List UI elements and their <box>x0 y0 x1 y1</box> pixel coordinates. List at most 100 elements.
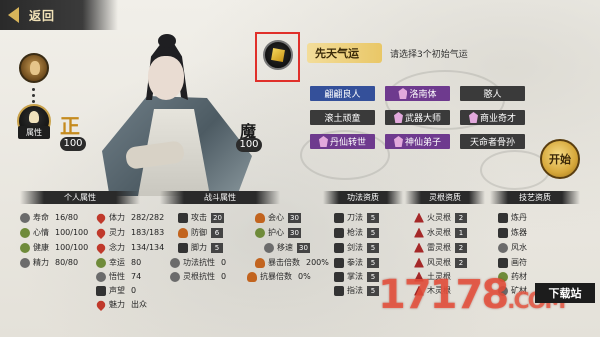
stat-label: 风灵根 <box>427 258 451 267</box>
panel-title-technique: 功法资质 <box>323 191 403 204</box>
stat-row: 风水 <box>498 241 527 254</box>
stat-label: 拳法 <box>347 258 363 267</box>
stat-label: 火灵根 <box>427 213 451 222</box>
righteous-label: 正 <box>60 114 80 138</box>
stat-value: 100/100 <box>55 243 89 252</box>
technique-resist-icon <box>170 257 180 268</box>
stat-value: 30 <box>288 212 301 223</box>
fire-root-icon <box>414 212 424 223</box>
stat-label: 寿命 <box>33 213 49 222</box>
stat-label: 暴击倍数 <box>268 258 300 267</box>
stat-value: 100/100 <box>55 228 89 237</box>
energy-icon <box>20 257 30 268</box>
trait-button[interactable]: 武器大师 <box>385 110 450 125</box>
stat-row: 声望 0 <box>96 284 136 297</box>
trait-button[interactable]: 洛南体 <box>385 86 450 101</box>
trait-button[interactable]: 商业奇才 <box>460 110 525 125</box>
stat-value: 2 <box>455 212 467 223</box>
stat-row: 会心 30 <box>255 211 301 224</box>
stat-label: 脚力 <box>191 243 207 252</box>
character-figure <box>92 34 260 196</box>
stat-value: 6 <box>211 227 223 238</box>
back-arrow-icon <box>8 7 19 23</box>
trait-button[interactable]: 神仙弟子 <box>385 134 450 149</box>
stat-row: 防御 6 <box>178 226 223 239</box>
panel-title-combat: 战斗属性 <box>160 191 280 204</box>
attribute-label[interactable]: 属性 <box>18 126 50 139</box>
stat-row: 健康 100/100 <box>20 241 88 254</box>
trait-label: 翩翩良人 <box>324 90 361 100</box>
stat-label: 灵力 <box>109 228 125 237</box>
stat-label: 剑法 <box>347 243 363 252</box>
trait-button[interactable]: 憨人 <box>460 86 525 101</box>
back-button[interactable]: 返回 <box>0 0 118 30</box>
stat-value: 80 <box>131 258 142 267</box>
panel-title-skills: 技艺资质 <box>490 191 580 204</box>
stat-value: 1 <box>455 227 467 238</box>
trait-label: 丹仙转世 <box>329 138 366 148</box>
stat-row: 寿命 16/80 <box>20 211 78 224</box>
stat-row: 攻击 20 <box>178 211 224 224</box>
stat-label: 炼丹 <box>511 213 527 222</box>
stat-value: 5 <box>367 242 379 253</box>
stat-label: 健康 <box>33 243 49 252</box>
trait-button[interactable]: 丹仙转世 <box>310 134 375 149</box>
saber-icon <box>334 212 344 223</box>
trait-button[interactable]: 天命者骨孙 <box>460 134 525 149</box>
stat-value: 5 <box>367 257 379 268</box>
finger-icon <box>334 285 344 296</box>
palm-icon <box>334 271 344 282</box>
stat-row: 精力 80/80 <box>20 256 78 269</box>
stat-row: 抗暴倍数 0% <box>247 270 311 283</box>
trait-button[interactable]: 滚土顽童 <box>310 110 375 125</box>
talisman-icon <box>498 257 508 268</box>
stat-label: 心情 <box>33 228 49 237</box>
stat-row: 体力 282/282 <box>94 211 164 224</box>
stat-value: 2 <box>455 257 467 268</box>
mood-icon <box>20 227 30 238</box>
stat-value: 30 <box>297 242 310 253</box>
start-button[interactable]: 开始 <box>540 139 580 179</box>
trait-label: 神仙弟子 <box>404 138 441 148</box>
trait-button[interactable]: 翩翩良人 <box>310 86 375 101</box>
stat-row: 念力 134/134 <box>94 241 164 254</box>
stat-row: 护心 30 <box>255 226 301 239</box>
rarity-mark-icon <box>398 88 408 99</box>
stat-label: 枪法 <box>347 228 363 237</box>
spirit-icon <box>94 226 108 239</box>
wind-root-icon <box>414 257 424 268</box>
stat-row: 刀法 5 <box>334 211 379 224</box>
rarity-mark-icon <box>318 136 328 147</box>
stat-row: 灵力 183/183 <box>94 226 165 239</box>
stat-row: 雷灵根 2 <box>414 241 467 254</box>
stat-label: 画符 <box>511 258 527 267</box>
stat-value: 183/183 <box>131 228 165 237</box>
panel-title-personal: 个人属性 <box>20 191 140 204</box>
stat-value: 0 <box>131 286 137 295</box>
attack-icon <box>178 212 188 223</box>
sword-icon <box>334 242 344 253</box>
stat-value: 0 <box>221 272 227 281</box>
guard-icon <box>255 227 265 238</box>
trait-label: 滚土顽童 <box>324 114 361 124</box>
stat-label: 精力 <box>33 258 49 267</box>
fengshui-icon <box>498 242 508 253</box>
stat-row: 魅力 出众 <box>94 298 147 311</box>
stat-label: 声望 <box>109 286 125 295</box>
stat-row: 枪法 5 <box>334 226 379 239</box>
stat-label: 念力 <box>109 243 125 252</box>
stat-row: 掌法 5 <box>334 270 379 283</box>
water-root-icon <box>414 227 424 238</box>
fortune-tip: 请选择3个初始气运 <box>390 50 468 60</box>
stat-row: 悟性 74 <box>96 270 141 283</box>
stat-row: 移速 30 <box>264 241 310 254</box>
stat-label: 炼器 <box>511 228 527 237</box>
fortune-selector-highlight[interactable] <box>255 32 300 82</box>
stat-value: 5 <box>367 212 379 223</box>
fortune-tab[interactable]: 先天气运 <box>307 43 382 63</box>
trait-label: 商业奇才 <box>479 114 516 124</box>
portrait-avatar-icon[interactable] <box>19 53 49 83</box>
dice-icon[interactable] <box>263 40 293 70</box>
panel-title-roots: 灵根资质 <box>405 191 485 204</box>
stat-row: 灵根抗性 0 <box>170 270 226 283</box>
